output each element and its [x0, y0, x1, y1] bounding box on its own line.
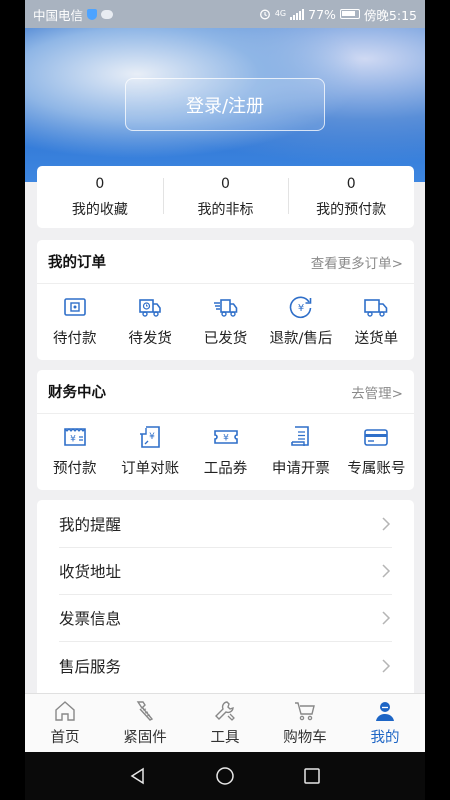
- finance-item-label: 订单对账: [121, 461, 180, 477]
- wallet-icon: [63, 298, 86, 316]
- user-icon: [376, 702, 394, 721]
- list-item-label: 售后服务: [59, 657, 122, 676]
- stat-prepayment[interactable]: 0 我的预付款: [288, 166, 414, 228]
- battery-icon: [339, 9, 360, 19]
- order-item-label: 退款/售后: [269, 331, 333, 347]
- prepay-icon: ¥: [63, 428, 86, 446]
- network-label: 4G: [274, 9, 287, 18]
- tab-label: 紧固件: [123, 730, 167, 746]
- list-item-shipping-address[interactable]: 收货地址: [59, 548, 392, 595]
- delivery-truck-icon: [364, 299, 388, 317]
- chevron-right-icon: [382, 611, 391, 625]
- finance-item-label: 预付款: [52, 461, 97, 477]
- orders-title: 我的订单: [48, 255, 106, 271]
- wrench-icon: [215, 701, 235, 721]
- list-item-label: 发票信息: [59, 610, 122, 628]
- order-refund-aftersale[interactable]: ¥ 退款/售后: [263, 284, 338, 358]
- svg-text:¥: ¥: [70, 435, 76, 445]
- chat-icon: [101, 9, 114, 19]
- order-pending-shipment[interactable]: 待发货: [112, 284, 187, 358]
- coupon-icon: ¥: [213, 430, 238, 444]
- invoice-icon: [291, 426, 309, 446]
- alarm-icon: [259, 9, 270, 20]
- finance-reconciliation[interactable]: ¥ 订单对账: [112, 414, 187, 488]
- svg-text:¥: ¥: [223, 434, 229, 444]
- finance-item-label: 专属账号: [347, 461, 406, 477]
- refund-icon: ¥: [289, 296, 312, 319]
- card-icon: [364, 429, 389, 446]
- tab-mine[interactable]: 我的: [345, 694, 425, 752]
- stat-label: 我的预付款: [316, 201, 387, 218]
- back-icon[interactable]: [128, 766, 148, 786]
- stats-card: 0 我的收藏 0 我的非标 0 我的预付款: [37, 166, 414, 228]
- tab-tools[interactable]: 工具: [185, 694, 265, 752]
- finance-card: 财务中心 去管理> ¥ 预付款 ¥ 订单对账 ¥ 工品券 申请开票 专属账号: [37, 370, 414, 490]
- tab-home[interactable]: 首页: [25, 694, 105, 752]
- app-screen: 中国电信 4G 77% 傍晚5:15 登录/注册 0 我的收藏 0 我的非标 0…: [25, 0, 425, 752]
- stat-favorites[interactable]: 0 我的收藏: [37, 166, 163, 228]
- chevron-right-icon: [382, 564, 391, 578]
- chevron-right-icon: [382, 658, 391, 673]
- tab-fasteners[interactable]: 紧固件: [105, 694, 185, 752]
- tab-label: 工具: [210, 730, 240, 746]
- stat-nonstandard[interactable]: 0 我的非标: [162, 166, 289, 228]
- list-item-reminders[interactable]: 我的提醒: [59, 501, 392, 548]
- status-bar: 中国电信 4G 77% 傍晚5:15: [25, 0, 425, 28]
- home-icon: [55, 701, 75, 721]
- reconcile-icon: ¥: [140, 426, 160, 448]
- settings-list: 我的提醒 收货地址 发票信息 售后服务: [37, 500, 414, 700]
- order-item-label: 待发货: [128, 331, 172, 347]
- screw-icon: [136, 701, 154, 721]
- battery-percent: 77%: [308, 6, 336, 22]
- home-circle-icon[interactable]: [215, 766, 235, 786]
- tab-label: 首页: [50, 730, 80, 746]
- finance-exclusive-account[interactable]: 专属账号: [339, 414, 414, 488]
- list-item-aftersale-service[interactable]: 售后服务: [59, 642, 392, 689]
- carrier-label: 中国电信: [33, 7, 84, 23]
- order-delivery-note[interactable]: 送货单: [339, 284, 414, 358]
- list-item-label: 我的提醒: [59, 516, 122, 534]
- cart-icon: [295, 702, 315, 721]
- recents-icon[interactable]: [302, 766, 322, 786]
- finance-manage-link[interactable]: 去管理>: [351, 382, 403, 402]
- clock-time: 傍晚5:15: [363, 7, 417, 23]
- finance-apply-invoice[interactable]: 申请开票: [263, 414, 338, 488]
- finance-prepayment[interactable]: ¥ 预付款: [37, 414, 112, 488]
- orders-card: 我的订单 查看更多订单> 待付款 待发货 已发货 ¥ 退款/售后 送货单: [37, 240, 414, 360]
- tab-label: 购物车: [283, 730, 327, 746]
- list-item-label: 收货地址: [59, 563, 122, 581]
- tab-label: 我的: [370, 730, 400, 746]
- stat-label: 我的非标: [197, 201, 254, 218]
- order-shipped[interactable]: 已发货: [188, 284, 263, 358]
- svg-text:¥: ¥: [298, 303, 304, 314]
- box-clock-icon: [139, 299, 161, 317]
- shield-icon: [87, 8, 98, 20]
- signal-icon: [290, 8, 305, 20]
- login-register-button[interactable]: 登录/注册: [125, 78, 325, 131]
- tab-cart[interactable]: 购物车: [265, 694, 345, 752]
- order-item-label: 待付款: [52, 331, 97, 347]
- order-pending-payment[interactable]: 待付款: [37, 284, 112, 358]
- list-item-invoice-info[interactable]: 发票信息: [59, 595, 392, 642]
- finance-title: 财务中心: [48, 385, 106, 401]
- stat-value: 0: [346, 175, 356, 192]
- phone-frame: 中国电信 4G 77% 傍晚5:15 登录/注册 0 我的收藏 0 我的非标 0…: [0, 0, 450, 800]
- finance-item-label: 申请开票: [271, 461, 330, 477]
- bottom-tab-bar: 首页 紧固件 工具 购物车 我的: [25, 693, 425, 752]
- order-item-label: 已发货: [203, 331, 248, 347]
- stat-value: 0: [221, 175, 230, 192]
- svg-text:¥: ¥: [149, 432, 155, 442]
- stat-label: 我的收藏: [71, 201, 128, 218]
- chevron-right-icon: [382, 517, 391, 531]
- view-more-orders-link[interactable]: 查看更多订单>: [311, 252, 403, 272]
- stat-value: 0: [95, 175, 105, 192]
- system-nav-bar: [25, 752, 425, 800]
- truck-icon: [213, 299, 237, 317]
- finance-item-label: 工品券: [203, 461, 248, 477]
- profile-header: 登录/注册: [25, 28, 425, 182]
- finance-coupon[interactable]: ¥ 工品券: [188, 414, 263, 488]
- order-item-label: 送货单: [354, 331, 399, 347]
